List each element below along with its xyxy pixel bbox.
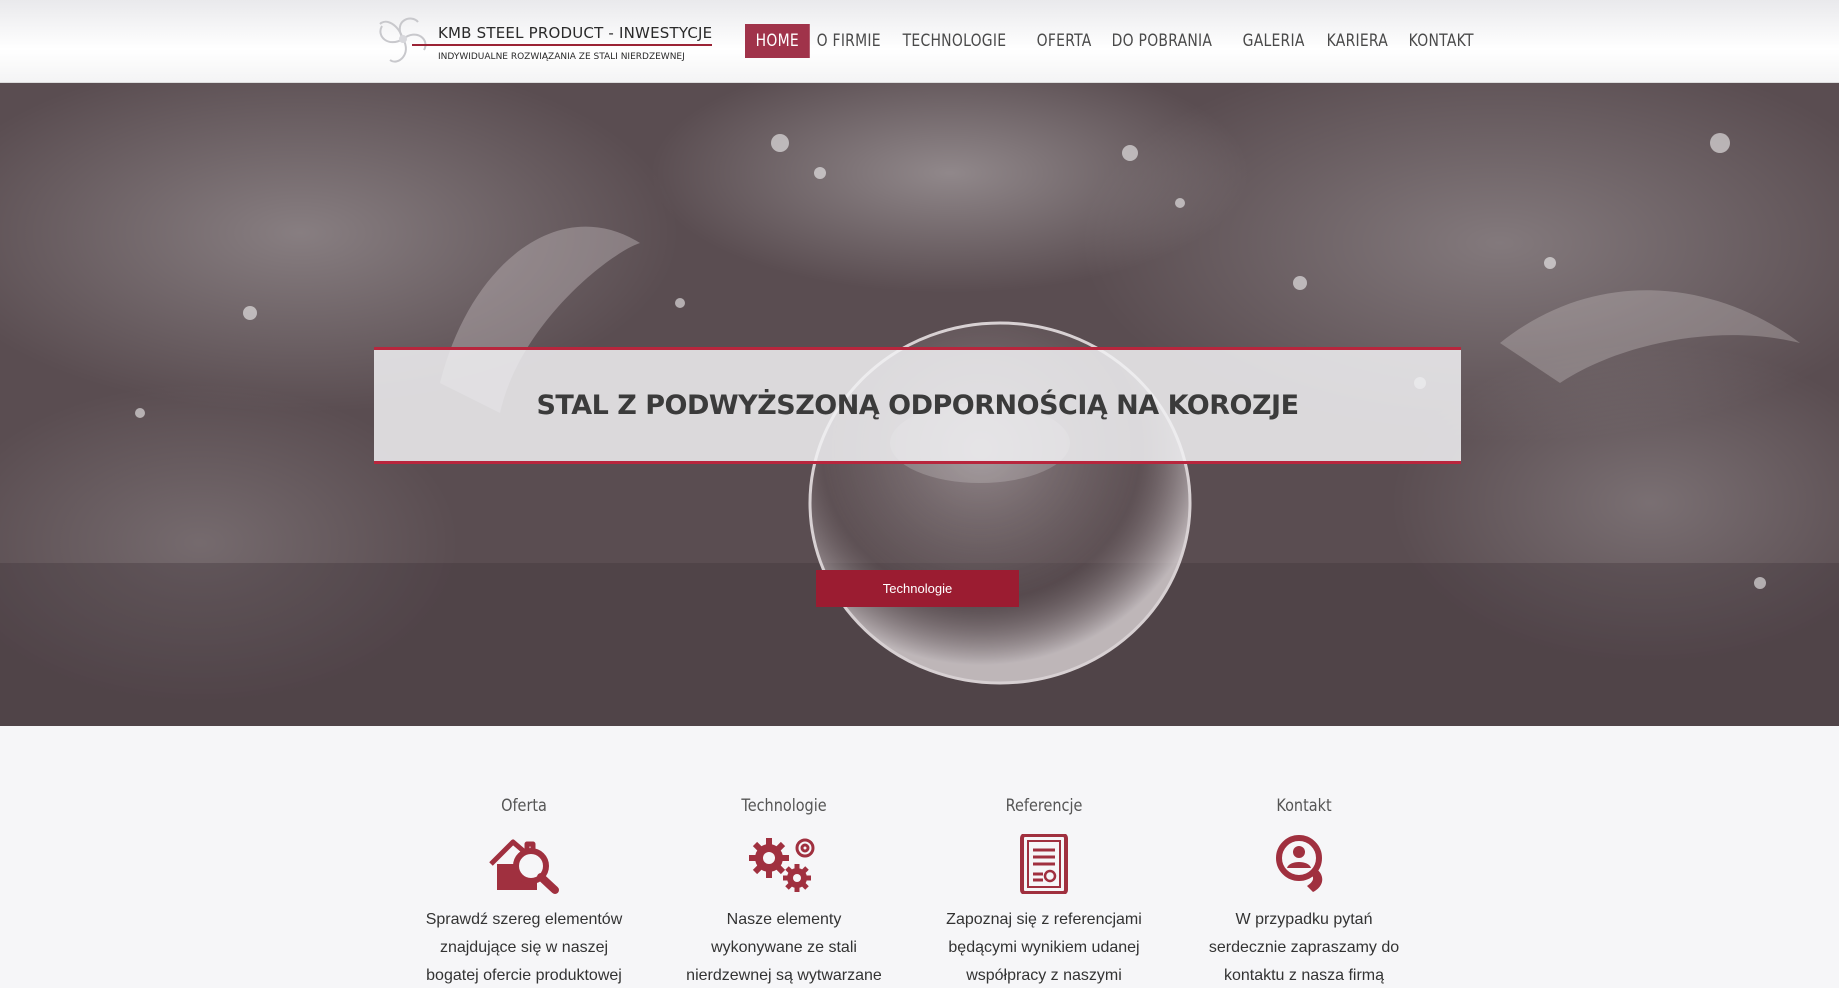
- feature-description: Zapoznaj się z referencjami będącymi wyn…: [946, 911, 1142, 984]
- feature-description: Sprawdź szereg elementów znajdujące się …: [425, 911, 623, 984]
- feature-description: W przypadku pytań serdecznie zapraszamy …: [1208, 911, 1400, 984]
- nav-home[interactable]: HOME: [745, 24, 810, 58]
- hero-slider: STAL Z PODWYŻSZONĄ ODPORNOŚCIĄ NA KOROZJ…: [0, 83, 1839, 726]
- logo-underline: [412, 44, 712, 46]
- main-nav: HOME O FIRMIE TECHNOLOGIE OFERTA DO POBR…: [745, 24, 1486, 58]
- gears-icon: [749, 838, 815, 892]
- feature-kontakt[interactable]: Kontakt W przypadku pytań serdecznie zap…: [1204, 796, 1404, 988]
- nav-kontakt[interactable]: KONTAKT: [1398, 24, 1484, 58]
- logo-swirl-icon: [379, 17, 427, 63]
- certificate-icon: [1020, 834, 1068, 894]
- house-search-icon: [489, 839, 559, 894]
- phone-contact-icon: [1276, 835, 1323, 892]
- feature-technologie[interactable]: Technologie Nasze elementy wykonywane ze…: [684, 796, 884, 988]
- site-header: KMB STEEL PRODUCT - INWESTYCJE INDYWIDUA…: [0, 0, 1839, 83]
- nav-technologie[interactable]: TECHNOLOGIE: [892, 24, 1017, 58]
- feature-title: Technologie: [741, 796, 827, 816]
- hero-heading: STAL Z PODWYŻSZONĄ ODPORNOŚCIĄ NA KOROZJ…: [536, 390, 1299, 421]
- logo-subtitle: INDYWIDUALNE ROZWIĄZANIA ZE STALI NIERDZ…: [438, 52, 685, 62]
- feature-referencje[interactable]: Referencje Zapoznaj się z referencjami b…: [944, 796, 1144, 988]
- feature-title: Kontakt: [1276, 796, 1332, 816]
- logo-title: KMB STEEL PRODUCT - INWESTYCJE: [438, 24, 713, 42]
- feature-title: Oferta: [501, 796, 547, 816]
- logo[interactable]: KMB STEEL PRODUCT - INWESTYCJE INDYWIDUA…: [372, 10, 712, 70]
- feature-oferta[interactable]: Oferta Sprawdź szereg elementów znajdują…: [424, 796, 624, 988]
- technologie-button[interactable]: Technologie: [816, 570, 1019, 607]
- hero-banner: STAL Z PODWYŻSZONĄ ODPORNOŚCIĄ NA KOROZJ…: [374, 347, 1461, 464]
- nav-kariera[interactable]: KARIERA: [1316, 24, 1399, 58]
- features-section: Oferta Sprawdź szereg elementów znajdują…: [0, 726, 1839, 988]
- feature-description: Nasze elementy wykonywane ze stali nierd…: [686, 911, 882, 984]
- nav-galeria[interactable]: GALERIA: [1232, 24, 1315, 58]
- nav-oferta[interactable]: OFERTA: [1026, 24, 1102, 58]
- nav-do-pobrania[interactable]: DO POBRANIA: [1101, 24, 1223, 58]
- feature-title: Referencje: [1005, 796, 1083, 816]
- nav-o-firmie[interactable]: O FIRMIE: [806, 24, 891, 58]
